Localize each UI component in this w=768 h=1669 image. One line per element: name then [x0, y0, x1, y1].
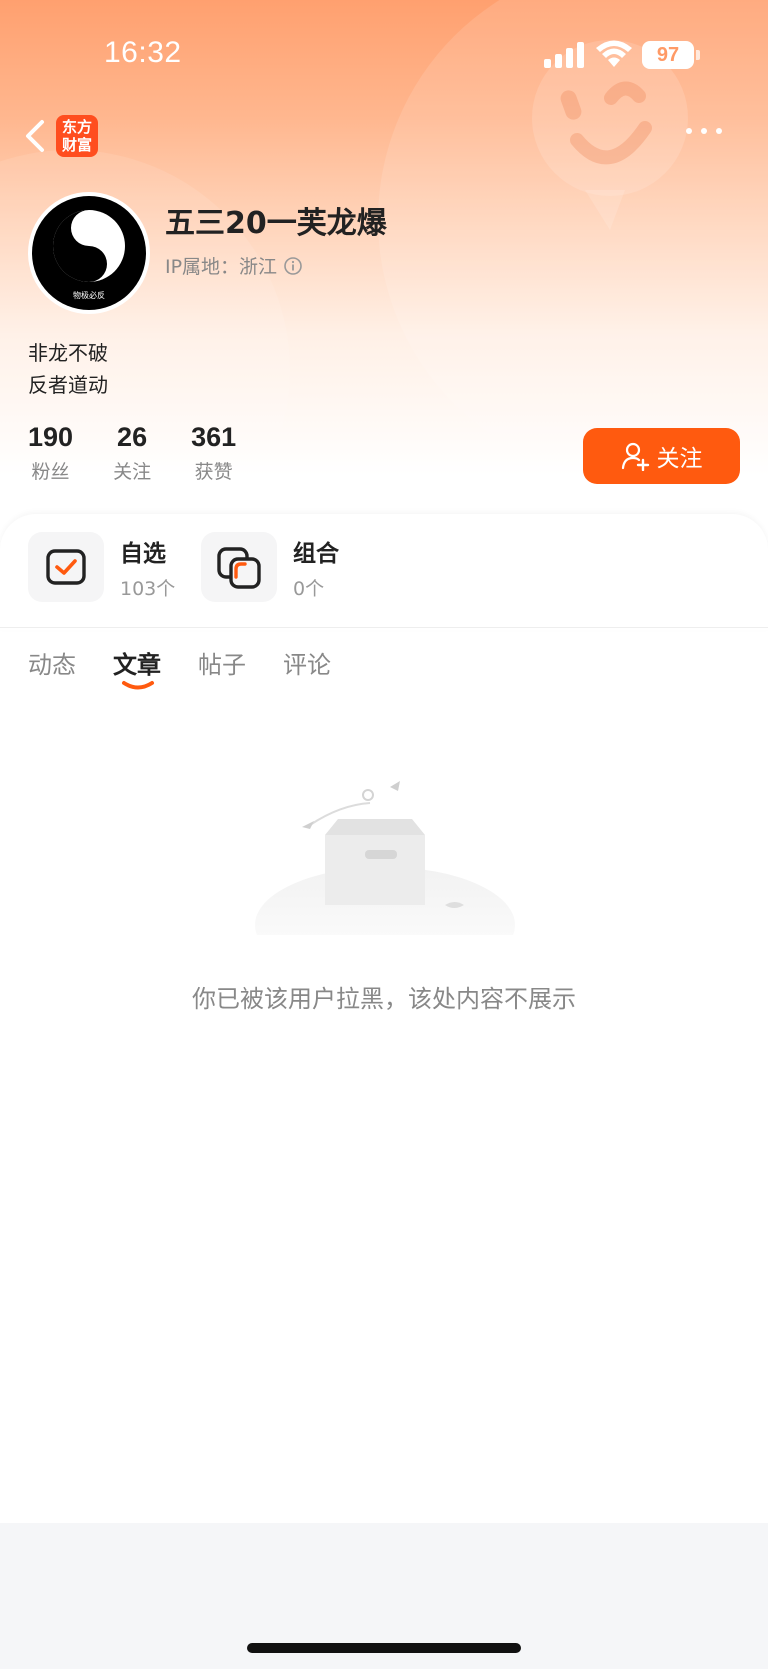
tab-posts[interactable]: 帖子: [198, 645, 246, 695]
yin-yang-avatar-image: 物极必反: [32, 196, 146, 310]
app-logo-line1: 东方: [61, 118, 92, 136]
info-icon[interactable]: [283, 256, 303, 276]
empty-box-illustration: [255, 781, 515, 935]
profile-page: 16:32 97 东方 财富 物极必反 五三20一芙龙爆 IP属地：浙江 非龙不…: [0, 0, 768, 1669]
portfolio-icon-box: [201, 532, 277, 602]
ip-location-row: IP属地：浙江: [165, 252, 303, 279]
username: 五三20一芙龙爆: [165, 206, 387, 241]
battery-tip: [696, 50, 700, 60]
portfolio-icon: [217, 547, 261, 589]
stat-label: 关注: [113, 461, 152, 483]
avatar-caption: 物极必反: [73, 290, 105, 300]
stat-value: 26: [117, 422, 148, 452]
tab-moments[interactable]: 动态: [28, 645, 76, 695]
watchlist-count: 103个: [120, 577, 176, 600]
active-tab-indicator: [122, 681, 154, 690]
app-logo-line2: 财富: [61, 136, 92, 154]
stat-value: 361: [191, 422, 237, 452]
status-time: 16:32: [104, 36, 182, 69]
stat-following[interactable]: 26 关注: [113, 422, 151, 484]
ip-location: IP属地：浙江: [165, 256, 278, 278]
checkbox-icon: [46, 549, 86, 585]
divider: [0, 627, 768, 628]
back-arrow-icon[interactable]: [22, 116, 48, 156]
avatar[interactable]: 物极必反: [28, 192, 150, 314]
tab-label: 评论: [283, 651, 331, 679]
more-options-icon[interactable]: [684, 126, 724, 136]
tab-articles[interactable]: 文章: [113, 645, 161, 695]
stat-label: 粉丝: [31, 461, 70, 483]
battery-indicator: 97: [642, 41, 694, 69]
add-user-icon: [621, 442, 649, 471]
bio-line: 反者道动: [28, 373, 108, 397]
portfolio-entry[interactable]: 组合 0个: [201, 532, 339, 602]
stats-row: 190 粉丝 26 关注 361 获赞: [28, 422, 276, 484]
bio: 非龙不破 反者道动: [28, 337, 108, 401]
app-logo: 东方 财富: [56, 115, 98, 157]
tab-comments[interactable]: 评论: [283, 645, 331, 695]
watchlist-entry[interactable]: 自选 103个: [28, 532, 175, 602]
follow-button-label: 关注: [656, 446, 703, 472]
portfolio-count: 0个: [293, 577, 325, 600]
watchlist-title: 自选: [120, 540, 166, 567]
stat-label: 获赞: [194, 461, 233, 483]
assets-card: 自选 103个 组合 0个: [0, 514, 768, 630]
content-tabs: 动态 文章 帖子 评论: [28, 645, 368, 695]
watchlist-icon-box: [28, 532, 104, 602]
cellular-signal-icon: [544, 42, 584, 68]
tab-label: 帖子: [198, 651, 246, 679]
portfolio-title: 组合: [293, 540, 339, 567]
tab-label: 文章: [113, 651, 161, 679]
stat-followers[interactable]: 190 粉丝: [28, 422, 73, 484]
wifi-icon: [596, 40, 632, 67]
stat-likes[interactable]: 361 获赞: [191, 422, 236, 484]
empty-state-message: 你已被该用户拉黑，该处内容不展示: [192, 985, 576, 1013]
bio-line: 非龙不破: [28, 341, 108, 365]
stat-value: 190: [28, 422, 74, 452]
tab-label: 动态: [28, 651, 76, 679]
follow-button[interactable]: 关注: [583, 428, 740, 484]
home-indicator[interactable]: [247, 1643, 521, 1653]
